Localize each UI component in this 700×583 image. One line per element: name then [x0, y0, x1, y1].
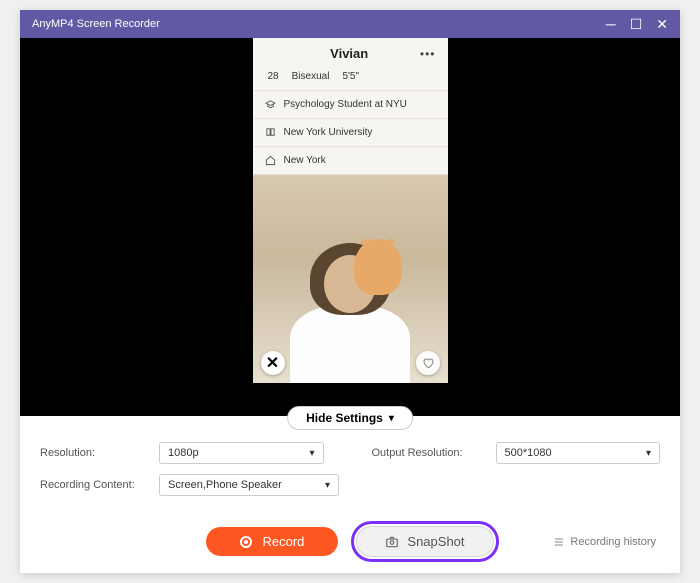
resolution-row: Resolution: 1080p ▾ Output Resolution: 5…	[40, 442, 660, 464]
height-stat: 5'5"	[339, 71, 359, 82]
profile-photo: ✕	[253, 175, 448, 383]
bottom-bar: Record SnapShot Recording history	[20, 520, 680, 573]
recording-content-label: Recording Content:	[40, 479, 145, 491]
profile-name: Vivian	[330, 46, 368, 61]
education-row: Psychology Student at NYU	[253, 91, 448, 119]
orientation-stat: Bisexual	[289, 71, 330, 82]
school-row: New York University	[253, 119, 448, 147]
recording-content-select[interactable]: Screen,Phone Speaker ▾	[159, 474, 339, 496]
app-window: AnyMP4 Screen Recorder ─ ☐ ✕ Vivian ••• …	[20, 10, 680, 573]
record-button[interactable]: Record	[206, 527, 338, 556]
like-button[interactable]	[416, 351, 440, 375]
age-stat: 28	[265, 71, 279, 82]
cat-illustration	[354, 239, 402, 295]
snapshot-button[interactable]: SnapShot	[356, 526, 493, 557]
reject-button[interactable]: ✕	[261, 351, 285, 375]
home-icon	[265, 155, 276, 166]
output-resolution-label: Output Resolution:	[372, 447, 482, 459]
maximize-button[interactable]: ☐	[630, 17, 643, 31]
phone-mirror: Vivian ••• 28 Bisexual 5'5"	[253, 38, 448, 383]
book-icon	[265, 127, 276, 138]
city-row: New York	[253, 147, 448, 175]
list-icon	[553, 536, 565, 548]
chevron-down-icon: ▾	[389, 413, 394, 424]
more-icon[interactable]: •••	[420, 47, 436, 61]
resolution-label: Resolution:	[40, 447, 145, 459]
settings-panel: Resolution: 1080p ▾ Output Resolution: 5…	[20, 416, 680, 520]
chevron-down-icon: ▾	[646, 448, 651, 459]
output-resolution-select[interactable]: 500*1080 ▾	[496, 442, 661, 464]
preview-area: Vivian ••• 28 Bisexual 5'5"	[20, 38, 680, 416]
chevron-down-icon: ▾	[325, 480, 330, 491]
recording-history-link[interactable]: Recording history	[553, 536, 656, 548]
window-controls: ─ ☐ ✕	[606, 17, 668, 31]
titlebar: AnyMP4 Screen Recorder ─ ☐ ✕	[20, 10, 680, 38]
app-title: AnyMP4 Screen Recorder	[32, 18, 160, 30]
content-row: Recording Content: Screen,Phone Speaker …	[40, 474, 660, 496]
profile-header: Vivian •••	[253, 38, 448, 67]
close-button[interactable]: ✕	[656, 17, 668, 31]
person-illustration	[280, 233, 420, 383]
camera-icon	[385, 535, 399, 549]
minimize-button[interactable]: ─	[606, 17, 616, 31]
graduation-icon	[265, 99, 276, 110]
hide-settings-button[interactable]: Hide Settings ▾	[287, 406, 413, 430]
heart-icon	[422, 357, 434, 369]
chevron-down-icon: ▾	[309, 448, 314, 459]
resolution-select[interactable]: 1080p ▾	[159, 442, 324, 464]
profile-stats: 28 Bisexual 5'5"	[253, 67, 448, 91]
record-icon	[240, 536, 252, 548]
